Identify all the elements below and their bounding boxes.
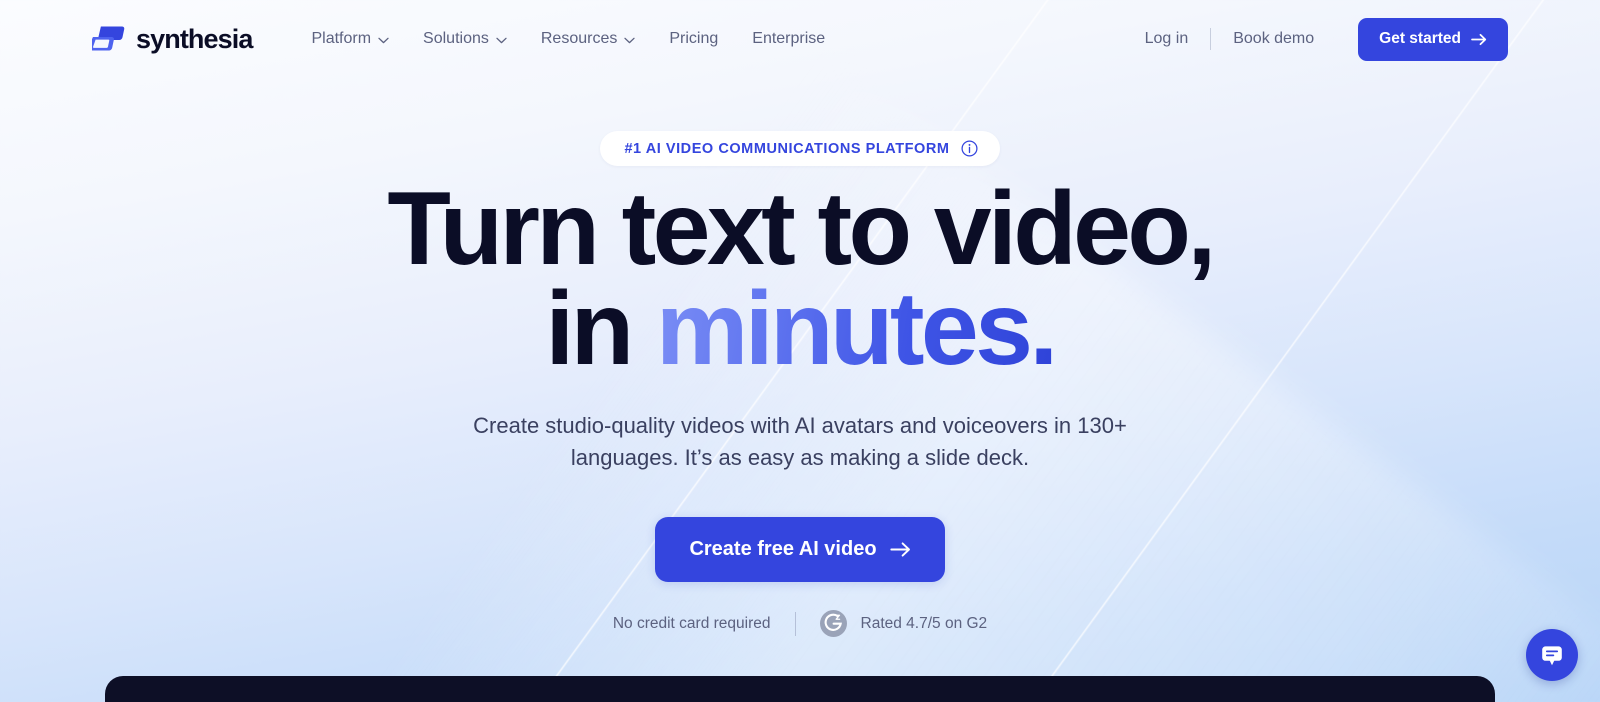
chat-widget-button[interactable] <box>1526 629 1578 681</box>
get-started-label: Get started <box>1379 30 1461 47</box>
login-link[interactable]: Log in <box>1123 22 1211 56</box>
hero-video-panel[interactable] <box>105 676 1495 702</box>
nav-label-resources: Resources <box>540 30 618 47</box>
hero-badge-label: #1 AI VIDEO COMMUNICATIONS PLATFORM <box>624 140 950 157</box>
nav-label-platform: Platform <box>311 30 372 47</box>
g2-rating[interactable]: Rated 4.7/5 on G2 <box>819 610 988 638</box>
get-started-button[interactable]: Get started <box>1358 17 1508 61</box>
chevron-down-icon <box>624 35 636 44</box>
headline-line-2: in minutes. <box>0 277 1600 381</box>
headline-line-1: Turn text to video, <box>387 171 1216 287</box>
no-credit-card-text: No credit card required <box>612 614 771 632</box>
site-header: synthesia Platform Solutions Resources P… <box>0 0 1600 78</box>
g2-rating-text: Rated 4.7/5 on G2 <box>860 614 988 632</box>
nav-item-solutions[interactable]: Solutions <box>406 22 524 56</box>
nav-item-resources[interactable]: Resources <box>524 22 652 56</box>
nav-item-platform[interactable]: Platform <box>294 22 406 56</box>
create-free-ai-video-button[interactable]: Create free AI video <box>655 517 945 583</box>
header-actions: Log in Book demo Get started <box>1123 17 1508 61</box>
hero-section: #1 AI VIDEO COMMUNICATIONS PLATFORM Turn… <box>0 78 1600 638</box>
headline-line-2-prefix: in <box>545 270 656 387</box>
chevron-down-icon <box>496 35 507 44</box>
arrow-right-icon <box>1471 33 1487 46</box>
g2-logo-icon <box>819 610 847 638</box>
trust-divider <box>794 611 796 636</box>
page-title: Turn text to video, in minutes. <box>0 177 1600 381</box>
headline-highlight: minutes. <box>655 270 1058 387</box>
chevron-down-icon <box>378 35 389 44</box>
nav-label-solutions: Solutions <box>423 30 489 47</box>
primary-navigation: Platform Solutions Resources Pricing Ent… <box>294 22 842 56</box>
nav-item-enterprise[interactable]: Enterprise <box>735 22 842 56</box>
nav-item-pricing[interactable]: Pricing <box>652 22 735 56</box>
brand-logo[interactable]: synthesia <box>92 23 253 55</box>
nav-label-enterprise: Enterprise <box>752 30 826 47</box>
info-circle-icon[interactable] <box>961 140 978 157</box>
cta-label: Create free AI video <box>689 538 877 561</box>
book-demo-link[interactable]: Book demo <box>1211 22 1336 56</box>
hero-subtitle-line-1: Create studio-quality videos with AI ava… <box>473 412 1072 438</box>
synthesia-logo-icon <box>92 25 126 53</box>
arrow-right-icon <box>889 541 911 558</box>
chat-bubble-icon <box>1539 642 1565 668</box>
hero-subtitle: Create studio-quality videos with AI ava… <box>470 410 1130 474</box>
brand-name: synthesia <box>136 23 253 54</box>
hero-badge[interactable]: #1 AI VIDEO COMMUNICATIONS PLATFORM <box>600 131 1000 166</box>
trust-row: No credit card required Rated 4.7/5 on G… <box>0 610 1600 638</box>
nav-label-pricing: Pricing <box>669 30 719 47</box>
